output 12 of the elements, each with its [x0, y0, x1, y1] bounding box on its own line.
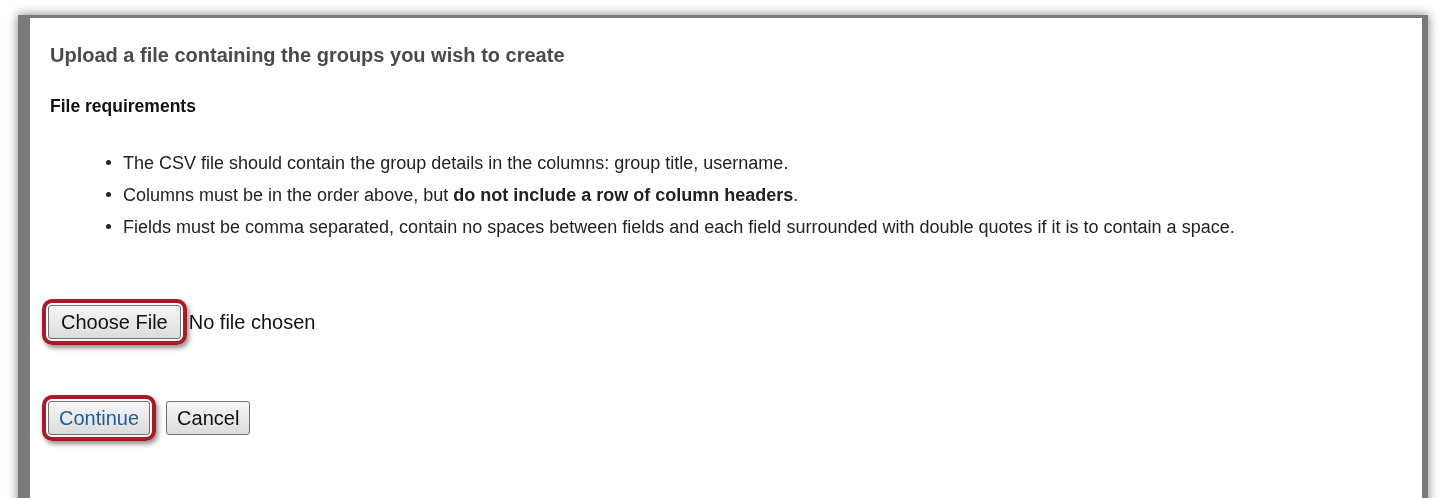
requirement-text: The CSV file should contain the group details in the columns: group title, username.: [123, 152, 789, 175]
bullet-icon: [106, 160, 111, 165]
requirement-text: Fields must be comma separated, contain no spaces between fields and each field surrounded with double quotes if it is to contain a space.: [123, 216, 1235, 239]
section-heading: File requirements: [50, 95, 197, 118]
file-status: No file chosen: [188, 310, 316, 335]
continue-button[interactable]: Continue: [48, 401, 151, 435]
bullet-icon: [106, 192, 111, 197]
cancel-button[interactable]: Cancel: [166, 401, 251, 435]
bullet-icon: [106, 224, 111, 229]
page-heading: Upload a file containing the groups you wish to create: [50, 43, 566, 68]
choose-file-button[interactable]: Choose File: [48, 305, 181, 339]
requirement-text: Columns must be in the order above, but do not include a row of column headers.: [123, 184, 799, 207]
